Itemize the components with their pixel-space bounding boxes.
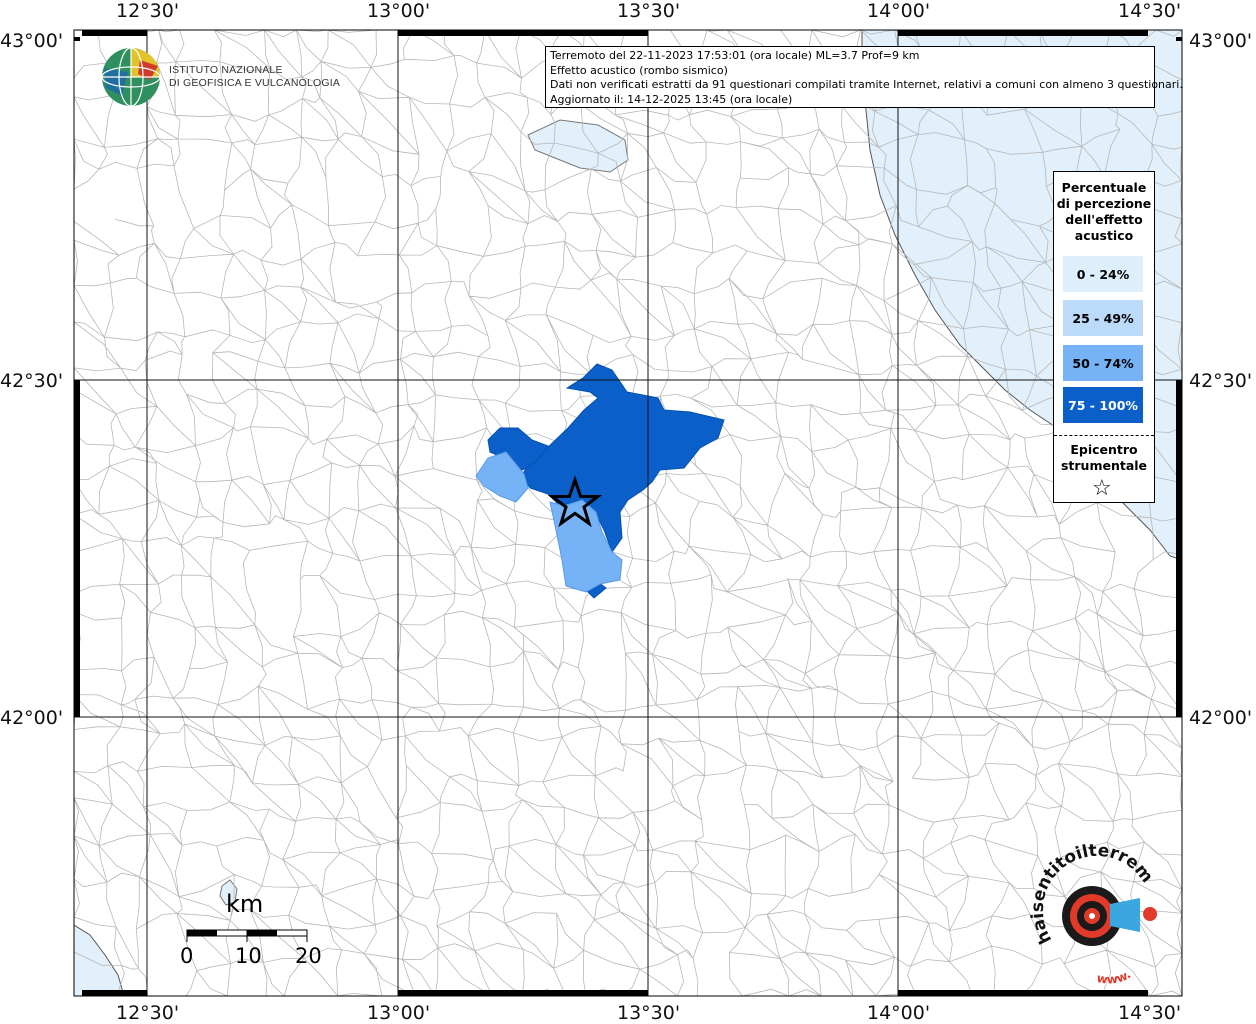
lon-label-bottom-3: 13°30' — [617, 1002, 681, 1024]
legend-item-0-24: 0 - 24% — [1063, 256, 1143, 292]
lat-label-left-2: 42°30' — [0, 370, 64, 392]
lon-label-bottom-1: 12°30' — [116, 1002, 180, 1024]
effect-type: Effetto acustico (rombo sismico) — [550, 63, 728, 77]
lon-label-top-4: 14°00' — [867, 0, 931, 22]
legend-epicenter-label: Epicentro strumentale — [1060, 442, 1148, 473]
event-info-box: Terremoto del 22-11-2023 17:53:01 (ora l… — [545, 46, 1183, 108]
updated-date: Aggiornato il: 14-12-2025 13:45 (ora loc… — [550, 92, 793, 106]
ingv-globe-icon — [101, 47, 161, 107]
scale-label-20: 20 — [295, 944, 322, 968]
scale-label-10: 10 — [235, 944, 262, 968]
ingv-line-1: ISTITUTO NAZIONALE — [169, 64, 283, 76]
lat-label-right-3: 42°00' — [1189, 707, 1253, 729]
map-canvas: haisentitoilterremoto.it www. — [0, 0, 1183, 997]
lon-label-top-5: 14°30' — [1118, 0, 1182, 22]
legend-title: Percentuale di percezione dell'effetto a… — [1056, 180, 1152, 243]
ingv-logo-text: ISTITUTO NAZIONALE DI GEOFISICA E VULCAN… — [169, 64, 340, 90]
lon-label-bottom-4: 14°00' — [867, 1002, 931, 1024]
scale-label-0: 0 — [180, 944, 194, 968]
lon-label-top-3: 13°30' — [617, 0, 681, 22]
lon-label-top-1: 12°30' — [116, 0, 180, 22]
legend-item-75-100: 75 - 100% — [1063, 387, 1143, 423]
lat-label-left-1: 43°00' — [0, 30, 64, 52]
legend-item-50-74: 50 - 74% — [1063, 345, 1143, 381]
ingv-line-2: DI GEOFISICA E VULCANOLOGIA — [169, 77, 341, 89]
legend-star-icon: ☆ — [1092, 476, 1112, 501]
data-note: Dati non verificati estratti da 91 quest… — [550, 78, 1183, 92]
lon-label-bottom-2: 13°00' — [367, 1002, 431, 1024]
lat-label-right-2: 42°30' — [1189, 370, 1253, 392]
lat-label-right-1: 43°00' — [1189, 30, 1253, 52]
legend-item-25-49: 25 - 49% — [1063, 300, 1143, 336]
legend: Percentuale di percezione dell'effetto a… — [1053, 171, 1155, 503]
legend-separator — [1054, 435, 1154, 436]
lon-label-bottom-5: 14°30' — [1118, 1002, 1182, 1024]
event-title: Terremoto del 22-11-2023 17:53:01 (ora l… — [550, 49, 920, 62]
scale-unit: km — [226, 890, 264, 918]
lat-label-left-3: 42°00' — [0, 707, 64, 729]
lon-label-top-2: 13°00' — [367, 0, 431, 22]
